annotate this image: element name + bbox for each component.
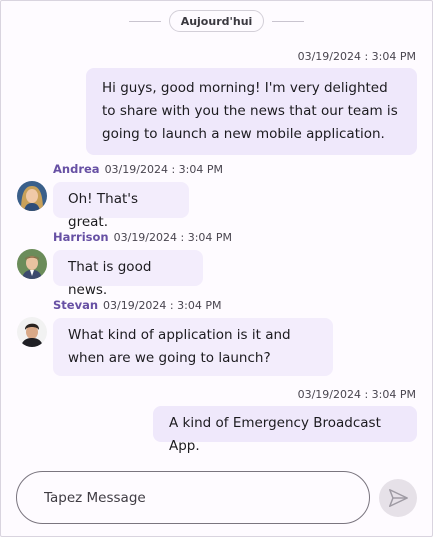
message-timestamp: 03/19/2024 : 3:04 PM	[297, 388, 416, 401]
send-button[interactable]	[379, 479, 417, 517]
author-name: Stevan	[53, 298, 99, 312]
message-text: A kind of Emergency Broadcast App.	[169, 415, 381, 454]
chat-window: Aujourd'hui 03/19/2024 : 3:04 PM Hi guys…	[0, 0, 433, 537]
message-text: What kind of application is it and when …	[68, 327, 291, 366]
author-name: Harrison	[53, 230, 109, 244]
message-header: Stevan 03/19/2024 : 3:04 PM	[53, 298, 221, 312]
message-text: Oh! That's great.	[68, 191, 138, 230]
avatar-harrison[interactable]	[17, 249, 47, 279]
message-timestamp: 03/19/2024 : 3:04 PM	[103, 299, 222, 312]
message-bubble-outgoing[interactable]: A kind of Emergency Broadcast App.	[153, 406, 417, 454]
message-timestamp: 03/19/2024 : 3:04 PM	[113, 231, 233, 244]
message-timestamp: 03/19/2024 : 3:04 PM	[104, 163, 223, 176]
send-icon	[389, 489, 408, 507]
avatar-stevan[interactable]	[17, 317, 47, 347]
message-timestamp: 03/19/2024 : 3:04 PM	[297, 50, 416, 63]
message-header: Andrea 03/19/2024 : 3:04 PM	[53, 162, 223, 176]
message-bubble-incoming[interactable]: What kind of application is it and when …	[53, 318, 333, 376]
divider-line-left	[128, 20, 161, 22]
message-bubble-incoming[interactable]: That is good news.	[53, 250, 203, 298]
message-bubble-incoming[interactable]: Oh! That's great.	[53, 182, 189, 230]
message-text: Hi guys, good morning! I'm very delighte…	[102, 80, 398, 142]
message-text: That is good news.	[68, 259, 152, 298]
message-composer	[16, 471, 370, 524]
date-divider: Aujourd'hui	[1, 9, 432, 33]
message-input[interactable]	[42, 488, 346, 507]
message-header: Harrison 03/19/2024 : 3:04 PM	[53, 230, 232, 244]
date-divider-label: Aujourd'hui	[168, 10, 265, 32]
avatar-andrea[interactable]	[17, 181, 47, 211]
message-bubble-outgoing[interactable]: Hi guys, good morning! I'm very delighte…	[86, 68, 417, 155]
divider-line-right	[272, 20, 305, 22]
author-name: Andrea	[53, 162, 100, 176]
